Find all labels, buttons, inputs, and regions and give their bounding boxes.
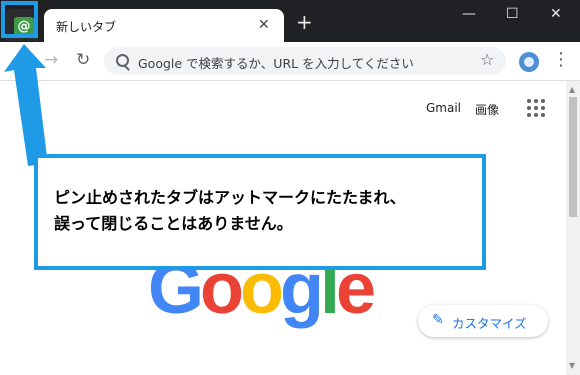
- search-icon: [116, 54, 129, 67]
- extension-icon[interactable]: [519, 52, 539, 72]
- gmail-link[interactable]: Gmail: [426, 101, 461, 115]
- pinned-tab-highlight: [1, 1, 38, 38]
- window-close-button[interactable]: ✕: [550, 6, 562, 22]
- bookmark-star-icon[interactable]: ☆: [480, 51, 494, 69]
- browser-toolbar: ← → ↻ Google で検索するか、URL を入力してください ☆ ⋮: [0, 42, 580, 81]
- tab-new-tab[interactable]: 新しいタブ ✕: [44, 9, 284, 42]
- reload-button[interactable]: ↻: [76, 51, 90, 69]
- tab-strip: @ 新しいタブ ✕ + — ☐ ✕: [0, 0, 580, 42]
- scroll-thumb[interactable]: [569, 97, 577, 217]
- address-bar[interactable]: Google で検索するか、URL を入力してください ☆: [104, 47, 506, 75]
- minimize-button[interactable]: —: [462, 6, 476, 22]
- annotation-callout: ピン止めされたタブはアットマークにたたまれ、 誤って閉じることはありません。: [34, 154, 486, 270]
- back-button[interactable]: ←: [14, 51, 28, 69]
- callout-text-line-1: ピン止めされたタブはアットマークにたたまれ、: [54, 188, 406, 207]
- customize-button[interactable]: ✎ カスタマイズ: [418, 305, 548, 337]
- pencil-icon: ✎: [432, 312, 444, 328]
- tab-title: 新しいタブ: [56, 20, 117, 34]
- images-link[interactable]: 画像: [475, 101, 499, 118]
- scroll-up-icon[interactable]: ▲: [569, 85, 575, 94]
- scroll-down-icon[interactable]: ▼: [569, 361, 575, 370]
- address-bar-placeholder: Google で検索するか、URL を入力してください: [138, 56, 414, 71]
- callout-text-line-2: 誤って閉じることはありません。: [54, 214, 293, 233]
- more-menu-icon[interactable]: ⋮: [552, 50, 570, 70]
- new-tab-button[interactable]: +: [296, 12, 313, 32]
- customize-label: カスタマイズ: [452, 316, 527, 331]
- forward-button[interactable]: →: [44, 51, 58, 69]
- apps-grid-icon[interactable]: [527, 99, 545, 117]
- page-scrollbar[interactable]: ▲ ▼: [566, 81, 580, 375]
- close-icon[interactable]: ✕: [258, 17, 270, 33]
- maximize-button[interactable]: ☐: [506, 6, 519, 22]
